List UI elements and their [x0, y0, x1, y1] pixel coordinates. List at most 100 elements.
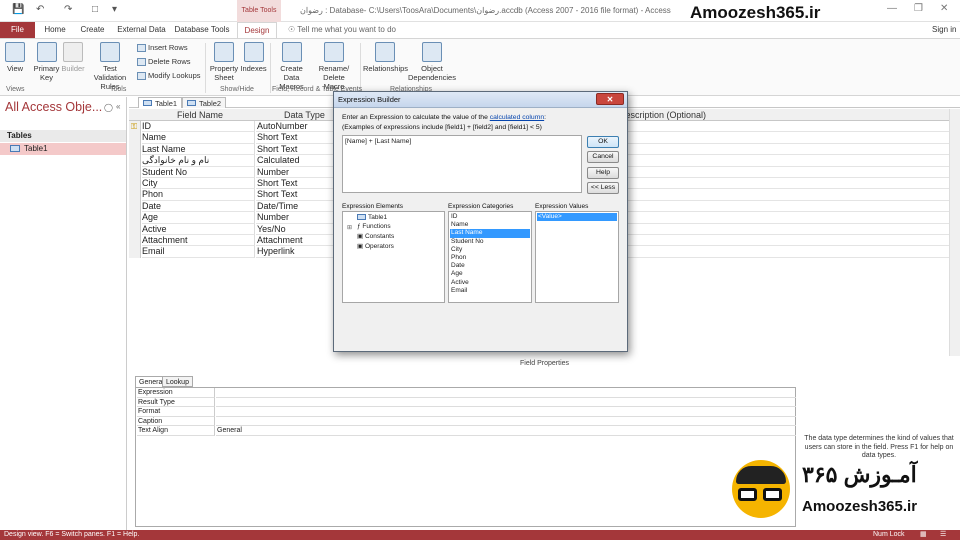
field-name-cell[interactable]: نام و نام خانوادگی: [142, 155, 255, 167]
redo-icon[interactable]: ↷: [64, 4, 72, 15]
nav-item-table1[interactable]: Table1: [0, 143, 126, 155]
property-sheet-button[interactable]: Property Sheet: [208, 42, 240, 82]
category-item[interactable]: Phon: [450, 254, 530, 262]
property-row[interactable]: Caption: [136, 416, 797, 427]
tab-lookup[interactable]: Lookup: [162, 376, 193, 387]
category-item[interactable]: ID: [450, 213, 530, 221]
object-dependencies-button[interactable]: Object Dependencies: [408, 42, 456, 82]
dialog-title-bar[interactable]: Expression Builder ✕: [334, 92, 627, 108]
insert-rows-button[interactable]: Insert Rows: [137, 43, 188, 53]
property-row[interactable]: Text Align General: [136, 426, 797, 436]
sign-in-link[interactable]: Sign in: [932, 22, 956, 38]
element-constants[interactable]: ▣ Constants: [357, 233, 394, 241]
logo-hair: [736, 466, 786, 484]
field-name-cell[interactable]: Active: [142, 223, 255, 235]
validation-icon: [100, 42, 120, 62]
doc-tab-label: Table2: [199, 99, 222, 108]
expand-icon[interactable]: ⊞: [347, 224, 352, 231]
calculated-column-link[interactable]: calculated column: [490, 114, 544, 121]
property-value[interactable]: General: [216, 426, 796, 436]
test-validation-rules-button[interactable]: Test Validation Rules: [87, 42, 133, 91]
nav-pane-title[interactable]: All Access Obje...: [5, 100, 102, 114]
value-item[interactable]: <Value>: [537, 213, 617, 221]
vertical-scrollbar[interactable]: [949, 109, 960, 356]
customize-qat-icon[interactable]: ▾: [112, 4, 117, 15]
create-data-macros-button[interactable]: Create Data Macros: [273, 42, 310, 91]
builder-button[interactable]: Builder: [61, 42, 85, 73]
ribbon: View Primary Key Builder Test Validation…: [0, 38, 960, 96]
property-row[interactable]: Format: [136, 407, 797, 417]
category-item[interactable]: City: [450, 246, 530, 254]
delete-rows-button[interactable]: Delete Rows: [137, 57, 191, 67]
tab-file[interactable]: File: [0, 22, 35, 38]
insert-rows-label: Insert Rows: [148, 43, 188, 52]
property-value[interactable]: [216, 388, 796, 398]
field-name-cell[interactable]: Name: [142, 132, 255, 144]
datasheet-view-icon[interactable]: ▦: [920, 530, 927, 540]
rename-delete-macro-button[interactable]: Rename/ Delete Macro: [312, 42, 356, 91]
element-table1[interactable]: Table1: [357, 214, 387, 222]
category-item[interactable]: Student No: [450, 238, 530, 246]
field-name-cell[interactable]: Date: [142, 200, 255, 213]
tab-external-data[interactable]: External Data: [114, 22, 169, 38]
category-item[interactable]: Email: [450, 287, 530, 295]
property-row[interactable]: Expression: [136, 388, 797, 398]
expression-textbox[interactable]: [Name] + [Last Name]: [342, 135, 582, 193]
ok-button[interactable]: OK: [587, 136, 619, 148]
property-value[interactable]: [216, 407, 796, 417]
property-sheet-icon: [214, 42, 234, 62]
field-name-cell[interactable]: Student No: [142, 166, 255, 178]
close-icon[interactable]: ✕: [940, 3, 948, 14]
delete-rows-icon: [137, 58, 146, 67]
undo-icon[interactable]: ↶: [36, 4, 44, 15]
category-item[interactable]: Name: [450, 221, 530, 229]
category-item[interactable]: Age: [450, 270, 530, 278]
property-sheet-label: Property Sheet: [209, 64, 239, 82]
field-name-cell[interactable]: Age: [142, 212, 255, 224]
nav-section-tables[interactable]: Tables: [0, 130, 126, 142]
category-item[interactable]: Active: [450, 279, 530, 287]
tell-me-search[interactable]: ☉ Tell me what you want to do: [288, 22, 396, 38]
element-label: Functions: [362, 223, 391, 230]
help-button[interactable]: Help: [587, 167, 619, 179]
category-item[interactable]: Last Name: [450, 229, 530, 238]
property-value[interactable]: [216, 417, 796, 427]
expression-categories-list[interactable]: ID Name Last Name Student No City Phon Date Age…: [448, 211, 532, 303]
doc-tab-table1[interactable]: Table1: [138, 97, 183, 108]
save-icon[interactable]: 💾: [12, 4, 24, 15]
dialog-close-button[interactable]: ✕: [596, 93, 624, 105]
field-name-cell[interactable]: City: [142, 178, 255, 190]
restore-icon[interactable]: ❐: [914, 3, 923, 14]
tab-create[interactable]: Create: [75, 22, 110, 38]
nav-menu-icon[interactable]: ◯: [104, 103, 113, 112]
field-name-cell[interactable]: ID: [142, 121, 255, 133]
indexes-button[interactable]: Indexes: [240, 42, 267, 73]
less-button[interactable]: << Less: [587, 182, 619, 194]
tab-database-tools[interactable]: Database Tools: [172, 22, 232, 38]
property-value[interactable]: [216, 398, 796, 408]
field-name-cell[interactable]: Attachment: [142, 235, 255, 247]
new-file-icon[interactable]: □: [92, 4, 98, 15]
cancel-button[interactable]: Cancel: [587, 151, 619, 163]
expression-values-list[interactable]: <Value>: [535, 211, 619, 303]
minimize-icon[interactable]: —: [887, 3, 897, 14]
tab-home[interactable]: Home: [40, 22, 70, 38]
header-description: Description (Optional): [619, 110, 707, 120]
view-button[interactable]: View: [3, 42, 27, 73]
rename-macro-icon: [324, 42, 344, 62]
relationships-button[interactable]: Relationships: [363, 42, 408, 73]
property-row[interactable]: Result Type: [136, 397, 797, 408]
design-view-icon[interactable]: ☰: [940, 530, 946, 540]
field-name-cell[interactable]: Email: [142, 246, 255, 258]
field-name-cell[interactable]: Last Name: [142, 143, 255, 156]
tab-design[interactable]: Design: [237, 22, 277, 38]
doc-tab-table2[interactable]: Table2: [182, 97, 227, 108]
element-functions[interactable]: ƒ Functions: [357, 223, 391, 231]
modify-lookups-button[interactable]: Modify Lookups: [137, 71, 201, 81]
field-name-cell[interactable]: Phon: [142, 189, 255, 201]
shutter-bar-icon[interactable]: «: [116, 102, 120, 111]
element-operators[interactable]: ▣ Operators: [357, 243, 394, 251]
primary-key-button[interactable]: Primary Key: [33, 42, 60, 82]
expression-elements-list[interactable]: Table1 ⊞ ƒ Functions ▣ Constants ▣ Opera…: [342, 211, 445, 303]
category-item[interactable]: Date: [450, 262, 530, 270]
